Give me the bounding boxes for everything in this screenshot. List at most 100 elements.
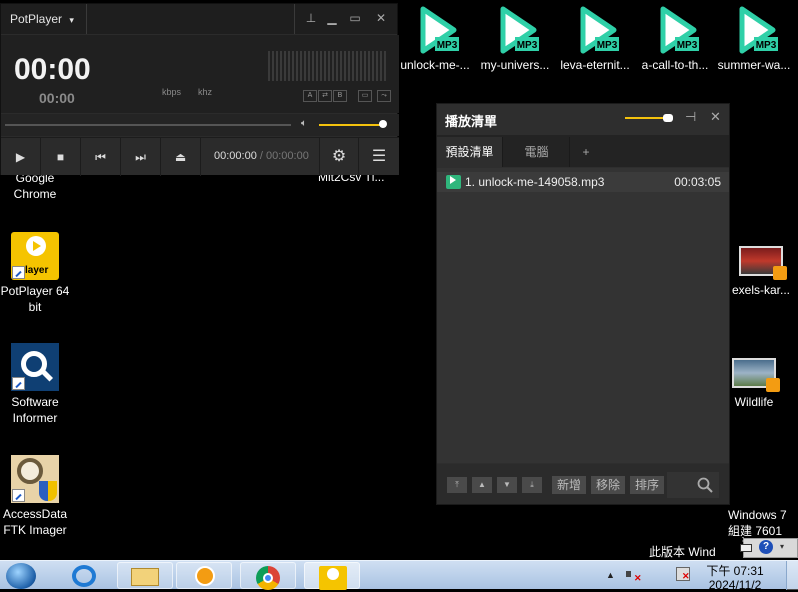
seek-row: 🔈︎: [1, 114, 399, 136]
opacity-knob[interactable]: [663, 114, 673, 122]
next-button[interactable]: ⏭︎: [121, 138, 161, 176]
show-hidden-icons-icon[interactable]: ▲: [606, 570, 615, 580]
a-point-button[interactable]: A: [303, 90, 317, 102]
ab-repeat-button[interactable]: ⇄: [318, 90, 332, 102]
taskbar-ie[interactable]: [58, 562, 114, 589]
stop-icon: ■: [56, 150, 65, 164]
mp3-file-icon: MP3: [660, 6, 699, 54]
time-main: 00:00: [14, 53, 91, 86]
minimize-icon[interactable]: ▁: [324, 11, 340, 25]
close-icon[interactable]: ✕: [373, 11, 389, 25]
windows-logo-icon: [6, 563, 36, 589]
menu-button[interactable]: ☰: [359, 138, 399, 176]
help-icon[interactable]: ?: [759, 540, 773, 554]
desktop-mp3-file[interactable]: MP3 my-univers...: [475, 5, 555, 72]
taskbar-chrome[interactable]: [240, 562, 296, 590]
mp3-file-icon: MP3: [500, 6, 539, 54]
previous-icon: ⏮︎: [95, 150, 106, 164]
current-time: 00:00:00: [214, 150, 257, 162]
options-icon[interactable]: ▾: [780, 542, 784, 551]
volume-knob[interactable]: [379, 120, 387, 128]
potplayer-titlebar[interactable]: PotPlayer ▾ ⊥ ▁ ▭ ✕: [1, 4, 397, 34]
taskbar-potplayer[interactable]: [304, 562, 360, 590]
add-button[interactable]: 新增: [552, 476, 587, 494]
eject-button[interactable]: ⏏︎: [161, 138, 201, 176]
video-thumbnail-icon: [739, 246, 787, 280]
desktop-mp3-file[interactable]: MP3 a-call-to-th...: [635, 5, 715, 72]
desktop-mp3-file[interactable]: MP3 unlock-me-...: [395, 5, 475, 72]
desktop: Google Chrome layer PotPlayer 64 bit Sof…: [0, 0, 798, 560]
icon-label: AccessData FTK Imager: [2, 507, 68, 537]
playlist-list: 1. unlock-me-149058.mp3 00:03:05: [437, 168, 729, 463]
playlist-search[interactable]: [667, 472, 719, 498]
start-button[interactable]: [0, 562, 48, 589]
software-informer-logo-icon: [11, 343, 59, 391]
svg-text:MP3: MP3: [597, 40, 618, 51]
desktop-icon-software-informer[interactable]: Software Informer: [0, 343, 74, 426]
item-duration: 00:03:05: [674, 175, 721, 189]
shuffle-button[interactable]: ⤳: [377, 90, 391, 102]
tab-add[interactable]: +: [571, 137, 601, 167]
taskbar-explorer[interactable]: [117, 562, 173, 589]
potplayer-menu-button[interactable]: PotPlayer ▾: [1, 4, 87, 34]
potplayer-display: 00:00 00:00 kbps khz A ⇄ B ▭ ⤳: [1, 35, 399, 113]
b-point-button[interactable]: B: [333, 90, 347, 102]
genuine-notice: 此版本 Wind: [649, 545, 716, 559]
volume-slider[interactable]: [319, 124, 383, 126]
maximize-icon[interactable]: ▭: [347, 11, 363, 25]
shortcut-arrow-icon: [12, 489, 25, 502]
keyboard-icon[interactable]: [740, 544, 752, 552]
mp3-file-icon: [446, 175, 461, 189]
arrow-up-icon: ▲: [478, 480, 486, 489]
move-up-button[interactable]: ▲: [472, 477, 492, 493]
build-text: 組建 7601: [728, 524, 783, 538]
system-clock[interactable]: 下午 07:31 2024/11/2: [703, 564, 767, 592]
desktop-mp3-file[interactable]: MP3 summer-wa...: [714, 5, 794, 72]
pin-icon[interactable]: ⊣: [685, 109, 696, 125]
icon-label: unlock-me-...: [400, 58, 470, 72]
show-desktop-button[interactable]: [786, 561, 798, 590]
seek-bar[interactable]: [5, 124, 291, 126]
move-bottom-button[interactable]: ⤓: [522, 477, 542, 493]
close-icon[interactable]: ✕: [710, 109, 721, 125]
move-down-button[interactable]: ▼: [497, 477, 517, 493]
clock-date: 2024/11/2: [708, 578, 762, 592]
desktop-video-file[interactable]: exels-kar...: [722, 246, 798, 298]
taskbar-media-player[interactable]: [176, 562, 232, 589]
clock-time: 下午 07:31: [706, 564, 764, 578]
network-disconnected-icon[interactable]: ✕: [676, 567, 690, 581]
list-item[interactable]: 1. unlock-me-149058.mp3 00:03:05: [437, 172, 729, 192]
tab-default-list[interactable]: 預設清單: [437, 137, 503, 167]
potplayer-logo-icon: layer: [11, 232, 59, 280]
icon-label: PotPlayer 64 bit: [0, 284, 70, 314]
remove-button[interactable]: 移除: [591, 476, 626, 494]
taskbar: ▲ ✕ ✕ 下午 07:31 2024/11/2: [0, 560, 798, 592]
move-top-button[interactable]: ⤒: [447, 477, 467, 493]
potplayer-icon: [319, 566, 347, 590]
svg-text:MP3: MP3: [677, 40, 698, 51]
previous-button[interactable]: ⏮︎: [81, 138, 121, 176]
settings-button[interactable]: ⚙︎: [319, 138, 359, 176]
volume-muted-icon[interactable]: ✕: [626, 567, 642, 583]
icon-label: exels-kar...: [731, 283, 791, 297]
language-bar[interactable]: ⋮ ? ▾: [738, 536, 798, 558]
mp3-file-icon: MP3: [739, 6, 778, 54]
subtitle-button[interactable]: ▭: [358, 90, 372, 102]
play-button[interactable]: ▶: [1, 138, 41, 176]
ftk-imager-logo-icon: [11, 455, 59, 503]
svg-text:MP3: MP3: [756, 40, 777, 51]
time-sub: 00:00: [39, 90, 75, 106]
speaker-icon[interactable]: 🔈︎: [301, 118, 307, 129]
sort-button[interactable]: 排序: [630, 476, 665, 494]
windows-version-watermark: Windows 7 組建 7601: [728, 507, 787, 539]
spectrum-visualizer: [268, 51, 388, 81]
playlist-title: 播放清單: [445, 114, 498, 129]
desktop-mp3-file[interactable]: MP3 leva-eternit...: [555, 5, 635, 72]
potplayer-window: PotPlayer ▾ ⊥ ▁ ▭ ✕ 00:00 00:00 kbps khz…: [0, 3, 399, 176]
desktop-icon-ftk-imager[interactable]: AccessData FTK Imager: [0, 455, 74, 538]
stop-button[interactable]: ■: [41, 138, 81, 176]
pin-icon[interactable]: ⊥: [303, 11, 319, 25]
video-thumbnail-icon: [732, 358, 780, 392]
tab-computer[interactable]: 電腦: [504, 137, 570, 167]
desktop-icon-potplayer[interactable]: layer PotPlayer 64 bit: [0, 232, 74, 315]
